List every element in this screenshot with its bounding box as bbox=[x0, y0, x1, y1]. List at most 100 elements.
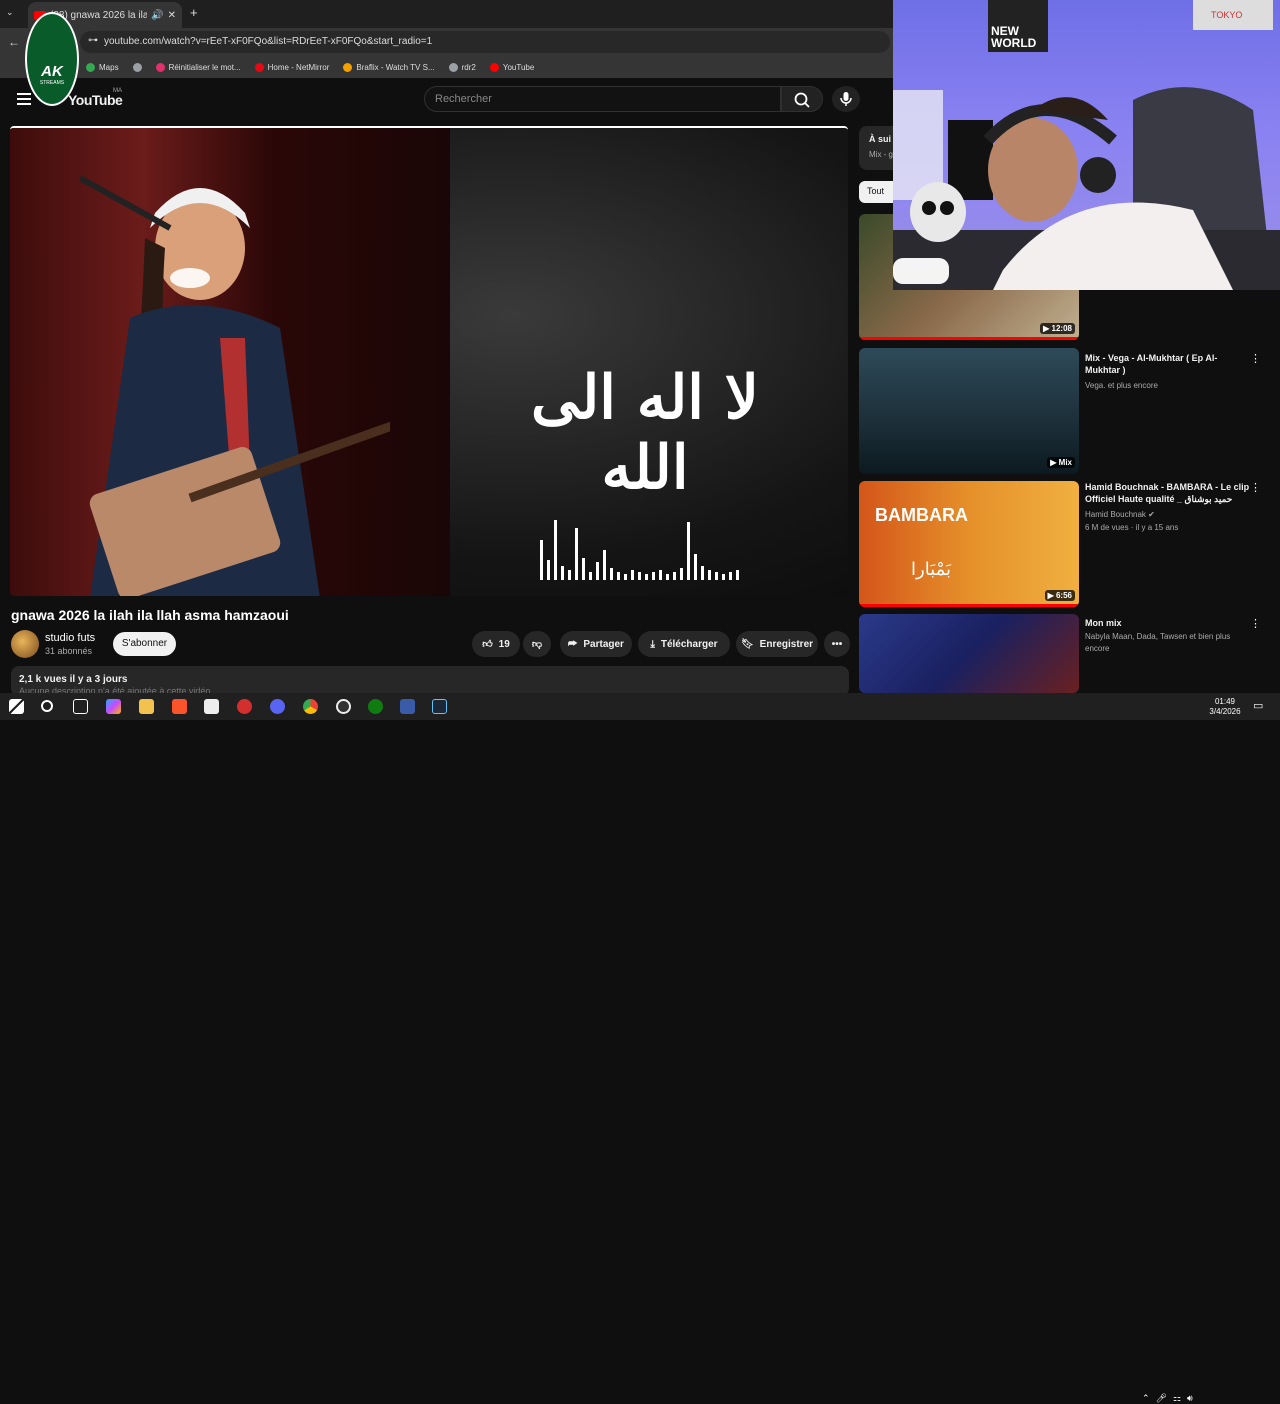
video-player[interactable]: لا اله الى الله ❤ bbox=[10, 126, 848, 596]
waveform-bar bbox=[652, 572, 655, 580]
up-next-panel[interactable]: À sui Mix - g bbox=[859, 126, 893, 170]
watch-progress-bar bbox=[859, 604, 1079, 607]
netmirror-icon bbox=[254, 62, 264, 72]
like-count: 19 bbox=[498, 638, 510, 650]
mix-badge: ▶ Mix bbox=[1047, 457, 1075, 468]
arabic-overlay-text: لا اله الى الله bbox=[530, 363, 760, 503]
recommended-thumbnail[interactable] bbox=[859, 614, 1079, 693]
bookmark-globe[interactable] bbox=[132, 62, 142, 72]
system-clock[interactable]: 01:49 3/4/2026 bbox=[1200, 697, 1250, 717]
store-icon[interactable] bbox=[204, 699, 219, 714]
video-duration: ▶ 6:56 bbox=[1044, 590, 1075, 601]
waveform-bar bbox=[729, 572, 732, 580]
app-icon[interactable] bbox=[400, 699, 415, 714]
waveform-bar bbox=[680, 568, 683, 580]
thumbs-up-icon: 👍︎ bbox=[482, 639, 493, 650]
audio-icon[interactable]: 🔊 bbox=[151, 10, 163, 21]
channel-name[interactable]: studio futs bbox=[45, 632, 95, 644]
waveform-bar bbox=[561, 566, 564, 580]
poster-text: NEW WORLD bbox=[991, 24, 1037, 50]
verified-icon: ✔︎ bbox=[1148, 510, 1155, 519]
tray-icons[interactable]: ⌃🎤︎⚏🔊︎ bbox=[1142, 1393, 1199, 1404]
tab-list-button[interactable]: ⌄ bbox=[6, 7, 20, 21]
brave-icon[interactable] bbox=[172, 699, 187, 714]
task-view-icon[interactable] bbox=[73, 699, 88, 714]
webcam-overlay: NEW WORLD TOKYO bbox=[893, 0, 1280, 290]
file-explorer-icon[interactable] bbox=[139, 699, 154, 714]
more-horizontal-icon: ••• bbox=[831, 638, 843, 650]
waveform-bar bbox=[631, 570, 634, 580]
share-icon: ⮫ bbox=[568, 638, 578, 650]
hamburger-menu-icon[interactable] bbox=[17, 93, 31, 105]
up-next-sub: Mix - g bbox=[869, 150, 893, 159]
subscriber-count: 31 abonnés bbox=[45, 646, 93, 656]
thumbnail-title-text: BAMBARA bbox=[875, 505, 968, 525]
waveform-bar bbox=[540, 540, 543, 580]
search-input[interactable]: Rechercher bbox=[424, 86, 781, 112]
app-icon[interactable] bbox=[237, 699, 252, 714]
instagram-icon bbox=[155, 62, 165, 72]
waveform-bar bbox=[617, 572, 620, 580]
waveform-bar bbox=[547, 560, 550, 580]
filter-chip-all[interactable]: Tout bbox=[859, 181, 893, 203]
waveform-bar bbox=[666, 574, 669, 580]
more-actions-button[interactable]: ••• bbox=[824, 631, 850, 657]
views-and-date: 2,1 k vues il y a 3 jours bbox=[19, 674, 128, 685]
dislike-button[interactable]: 👎︎ bbox=[523, 631, 551, 657]
more-vertical-icon[interactable]: ⋮ bbox=[1250, 481, 1261, 494]
recommended-title[interactable]: Mon mix bbox=[1085, 617, 1250, 629]
search-icon[interactable] bbox=[41, 700, 53, 712]
more-vertical-icon[interactable]: ⋮ bbox=[1250, 352, 1261, 365]
download-icon: ⤓ bbox=[650, 638, 655, 650]
site-info-icon[interactable]: ⊶ bbox=[88, 35, 98, 46]
search-button[interactable] bbox=[781, 86, 823, 112]
search-icon bbox=[794, 92, 810, 108]
waveform-bar bbox=[722, 574, 725, 580]
discord-icon[interactable] bbox=[270, 699, 285, 714]
recommended-title[interactable]: Hamid Bouchnak - BAMBARA - Le clip Offic… bbox=[1085, 481, 1250, 505]
recommended-channel: Vega. et plus encore bbox=[1085, 381, 1158, 390]
waveform-bar bbox=[624, 574, 627, 580]
back-button[interactable]: ← bbox=[8, 35, 20, 49]
share-button[interactable]: ⮫ Partager bbox=[560, 631, 632, 657]
bookmark-instagram[interactable]: Réinitialiser le mot... bbox=[155, 62, 241, 72]
download-button[interactable]: ⤓ Télécharger bbox=[638, 631, 730, 657]
waveform-bar bbox=[596, 562, 599, 580]
tab-close-icon[interactable]: ✕ bbox=[168, 10, 176, 21]
notification-icon[interactable]: ▭ bbox=[1253, 699, 1263, 712]
url-field[interactable]: ⊶ youtube.com/watch?v=rEeT-xF0FQo&list=R… bbox=[80, 31, 890, 53]
recommended-thumbnail[interactable]: ▶ Mix bbox=[859, 348, 1079, 474]
new-tab-button[interactable]: + bbox=[190, 5, 198, 20]
subscribe-button[interactable]: S'abonner bbox=[113, 632, 176, 656]
address-bar-row: ← ⊶ youtube.com/watch?v=rEeT-xF0FQo&list… bbox=[0, 28, 893, 56]
up-next-label: À sui bbox=[869, 134, 892, 144]
recommended-thumbnail[interactable]: BAMBARA بَمْبَارا ▶ 6:56 bbox=[859, 481, 1079, 607]
singer-illustration bbox=[78, 175, 390, 596]
bookmark-rdr2[interactable]: rdr2 bbox=[448, 62, 476, 72]
more-vertical-icon[interactable]: ⋮ bbox=[1250, 617, 1261, 630]
waveform-bar bbox=[715, 572, 718, 580]
bookmark-netmirror[interactable]: Home - NetMirror bbox=[254, 62, 329, 72]
waveform-bar bbox=[582, 558, 585, 580]
waveform-bar bbox=[589, 572, 592, 580]
copilot-icon[interactable] bbox=[106, 699, 121, 714]
youtube-logo[interactable]: YouTube bbox=[68, 92, 123, 108]
waveform-bar bbox=[708, 570, 711, 580]
bookmark-maps[interactable]: Maps bbox=[86, 62, 119, 72]
like-button[interactable]: 👍︎ 19 bbox=[472, 631, 520, 657]
waveform-bar bbox=[554, 520, 557, 580]
xbox-icon[interactable] bbox=[368, 699, 383, 714]
channel-avatar[interactable] bbox=[11, 630, 39, 658]
bookmark-braflix[interactable]: Braflix - Watch TV S... bbox=[343, 62, 435, 72]
recommended-title[interactable]: Mix - Vega - Al-Mukhtar ( Ep Al-Mukhtar … bbox=[1085, 352, 1250, 376]
waveform-bar bbox=[659, 570, 662, 580]
obs-icon[interactable] bbox=[336, 699, 351, 714]
save-button[interactable]: 🔖︎ Enregistrer bbox=[736, 631, 818, 657]
bookmark-youtube[interactable]: YouTube bbox=[489, 62, 534, 72]
waveform-bar bbox=[638, 572, 641, 580]
chrome-icon[interactable] bbox=[303, 699, 318, 714]
steam-icon[interactable] bbox=[432, 699, 447, 714]
waveform-bar bbox=[736, 570, 739, 580]
windows-start-icon[interactable] bbox=[9, 699, 24, 714]
voice-search-button[interactable] bbox=[832, 86, 860, 112]
